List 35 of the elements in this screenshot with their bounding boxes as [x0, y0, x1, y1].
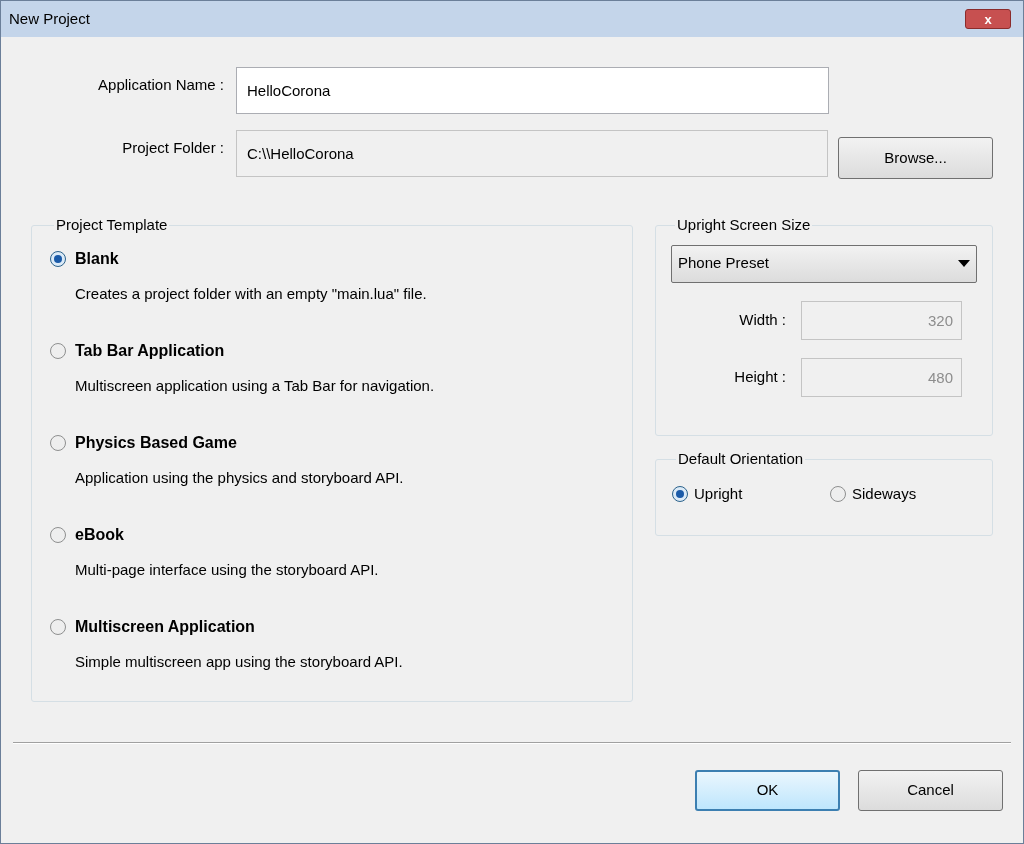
- dropdown-value: Phone Preset: [678, 253, 769, 274]
- option-label: Upright: [694, 483, 743, 504]
- option-label: Physics Based Game: [75, 432, 237, 453]
- radio-button[interactable]: [50, 342, 66, 359]
- radio-button[interactable]: [50, 250, 66, 267]
- option-label: eBook: [75, 524, 124, 545]
- option-label: Blank: [75, 248, 119, 269]
- caret-icon: [958, 259, 970, 268]
- group-title: Project Template: [55, 215, 169, 235]
- group-title: Default Orientation: [677, 449, 805, 469]
- close-button[interactable]: x: [965, 9, 1011, 29]
- group-title: Upright Screen Size: [676, 215, 812, 235]
- radio-button[interactable]: [50, 526, 66, 543]
- radio-button[interactable]: [50, 618, 66, 635]
- dialog-button[interactable]: OK: [695, 770, 840, 811]
- field-label: Height :: [733, 366, 787, 387]
- option-description: Application using the physics and storyboard API.: [75, 467, 405, 488]
- browse-button[interactable]: Browse...: [838, 137, 993, 179]
- field-label: Application Name :: [97, 75, 225, 96]
- radio-button[interactable]: [672, 485, 688, 502]
- option-description: Multi-page interface using the storyboard API.: [75, 559, 380, 580]
- option-description: Simple multiscreen app using the storyboard API.: [75, 651, 404, 672]
- dialog-button[interactable]: Cancel: [858, 770, 1003, 811]
- option-label: Tab Bar Application: [75, 340, 225, 361]
- option-description: Multiscreen application using a Tab Bar for navigation.: [75, 375, 436, 396]
- name-field[interactable]: HelloCorona: [236, 67, 829, 114]
- preset-dropdown[interactable]: Phone Preset: [671, 244, 977, 283]
- window-title: New Project: [9, 8, 90, 29]
- field-label: Project Folder :: [121, 137, 225, 158]
- radio-button[interactable]: [830, 485, 846, 502]
- field-label: Width :: [738, 309, 787, 330]
- option-label: Sideways: [852, 483, 917, 504]
- radio-button[interactable]: [50, 434, 66, 451]
- option-description: Creates a project folder with an empty "main.lua" file.: [75, 283, 428, 304]
- option-label: Multiscreen Application: [75, 616, 255, 637]
